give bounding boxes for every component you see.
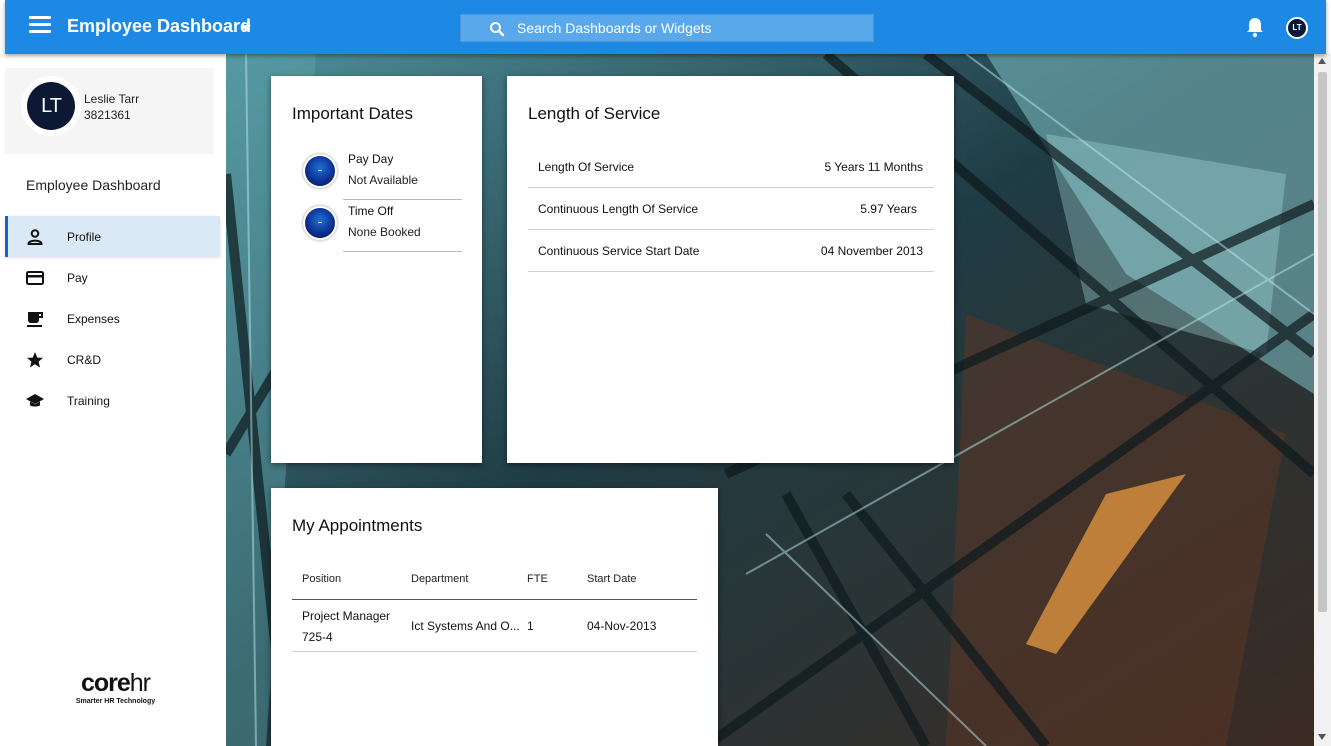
sidebar-item-expenses[interactable]: Expenses [5,298,226,339]
service-table: Length Of Service 5 Years 11 Months Cont… [528,146,934,272]
scrollbar-thumb[interactable] [1318,72,1327,612]
star-icon [26,351,44,369]
cell-department: Ict Systems And O... [411,619,520,633]
card-title: Length of Service [528,104,661,123]
app-title[interactable]: Employee Dashboard [67,16,251,37]
table-header: Position Department FTE Start Date [292,562,697,600]
user-name: Leslie Tarr [84,92,140,106]
sidebar-item-label: CR&D [67,353,102,367]
date-value: None Booked [348,225,421,239]
column-header-fte[interactable]: FTE [527,573,548,585]
my-appointments-card: My Appointments Position Department FTE … [271,488,718,746]
cell-position: Project Manager [302,609,391,623]
user-avatar-button[interactable]: LT [1286,17,1308,39]
graduation-cap-icon [26,392,44,410]
corehr-logo: corehr Smarter HR Technology [5,670,226,705]
card-title: Important Dates [292,104,413,123]
scroll-up-arrow-icon[interactable] [1318,58,1326,64]
date-label: Time Off [348,204,394,218]
row-label: Continuous Service Start Date [538,244,700,258]
page-scrollbar[interactable] [1314,54,1331,746]
profile-card: LT Leslie Tarr 3821361 [5,68,214,154]
date-item-time-off[interactable]: Time Off None Booked [291,200,462,252]
brand-logo-text: corehr [5,670,226,696]
sidebar-item-pay[interactable]: Pay [5,257,226,298]
search-bar[interactable] [460,14,874,42]
column-header-start-date[interactable]: Start Date [587,573,637,585]
cell-start-date: 04-Nov-2013 [587,619,657,633]
coffee-cup-icon [26,310,44,328]
hamburger-menu-icon[interactable] [29,16,51,36]
date-label: Pay Day [348,152,394,166]
cell-position-code: 725-4 [302,630,333,644]
person-icon [26,228,44,246]
top-app-bar: Employee Dashboard LT [5,0,1326,54]
sidebar-item-label: Pay [67,271,88,285]
row-label: Continuous Length Of Service [538,202,699,216]
important-dates-card: Important Dates Pay Day Not Available Ti… [271,76,482,463]
appointments-table: Position Department FTE Start Date Proje… [292,562,697,652]
brand-logo-hr: hr [129,669,151,697]
brand-tagline: Smarter HR Technology [75,698,156,705]
date-indicator-icon [305,208,335,238]
brand-logo-core: core [80,669,131,697]
user-id: 3821361 [84,108,131,122]
date-value: Not Available [348,173,418,187]
search-icon [489,21,505,37]
table-row: Continuous Length Of Service 5.97 Years [528,188,934,230]
sidebar-item-label: Training [67,394,110,408]
length-of-service-card: Length of Service Length Of Service 5 Ye… [507,76,954,463]
sidebar-heading: Employee Dashboard [26,177,161,193]
avatar[interactable]: LT [21,76,81,136]
table-row: Continuous Service Start Date 04 Novembe… [528,230,934,272]
sidebar-item-label: Profile [67,230,102,244]
date-indicator-icon [305,156,335,186]
search-input[interactable] [517,15,867,41]
avatar-initials: LT [27,82,75,130]
scroll-down-arrow-icon[interactable] [1318,734,1326,740]
credit-card-icon [26,269,44,287]
table-row[interactable]: Project Manager 725-4 Ict Systems And O.… [292,600,697,652]
table-row: Length Of Service 5 Years 11 Months [528,146,934,188]
row-value: 5.97 Years [860,202,917,216]
sidebar-item-profile[interactable]: Profile [5,216,220,257]
column-header-position[interactable]: Position [302,573,341,585]
column-header-department[interactable]: Department [411,573,468,585]
dashboard-dropdown-caret-icon[interactable] [241,25,251,31]
cell-fte: 1 [527,619,534,633]
sidebar: LT Leslie Tarr 3821361 Employee Dashboar… [5,54,226,746]
date-item-pay-day[interactable]: Pay Day Not Available [291,148,462,200]
sidebar-nav: Profile Pay Expenses CR&D Training [5,216,226,421]
sidebar-item-training[interactable]: Training [5,380,226,421]
divider [343,251,462,252]
notifications-bell-icon[interactable] [1245,16,1265,38]
sidebar-item-label: Expenses [67,312,120,326]
sidebar-item-crd[interactable]: CR&D [5,339,226,380]
row-value: 04 November 2013 [820,244,923,258]
card-title: My Appointments [292,516,423,535]
row-value: 5 Years 11 Months [824,160,923,174]
row-label: Length Of Service [538,160,635,174]
